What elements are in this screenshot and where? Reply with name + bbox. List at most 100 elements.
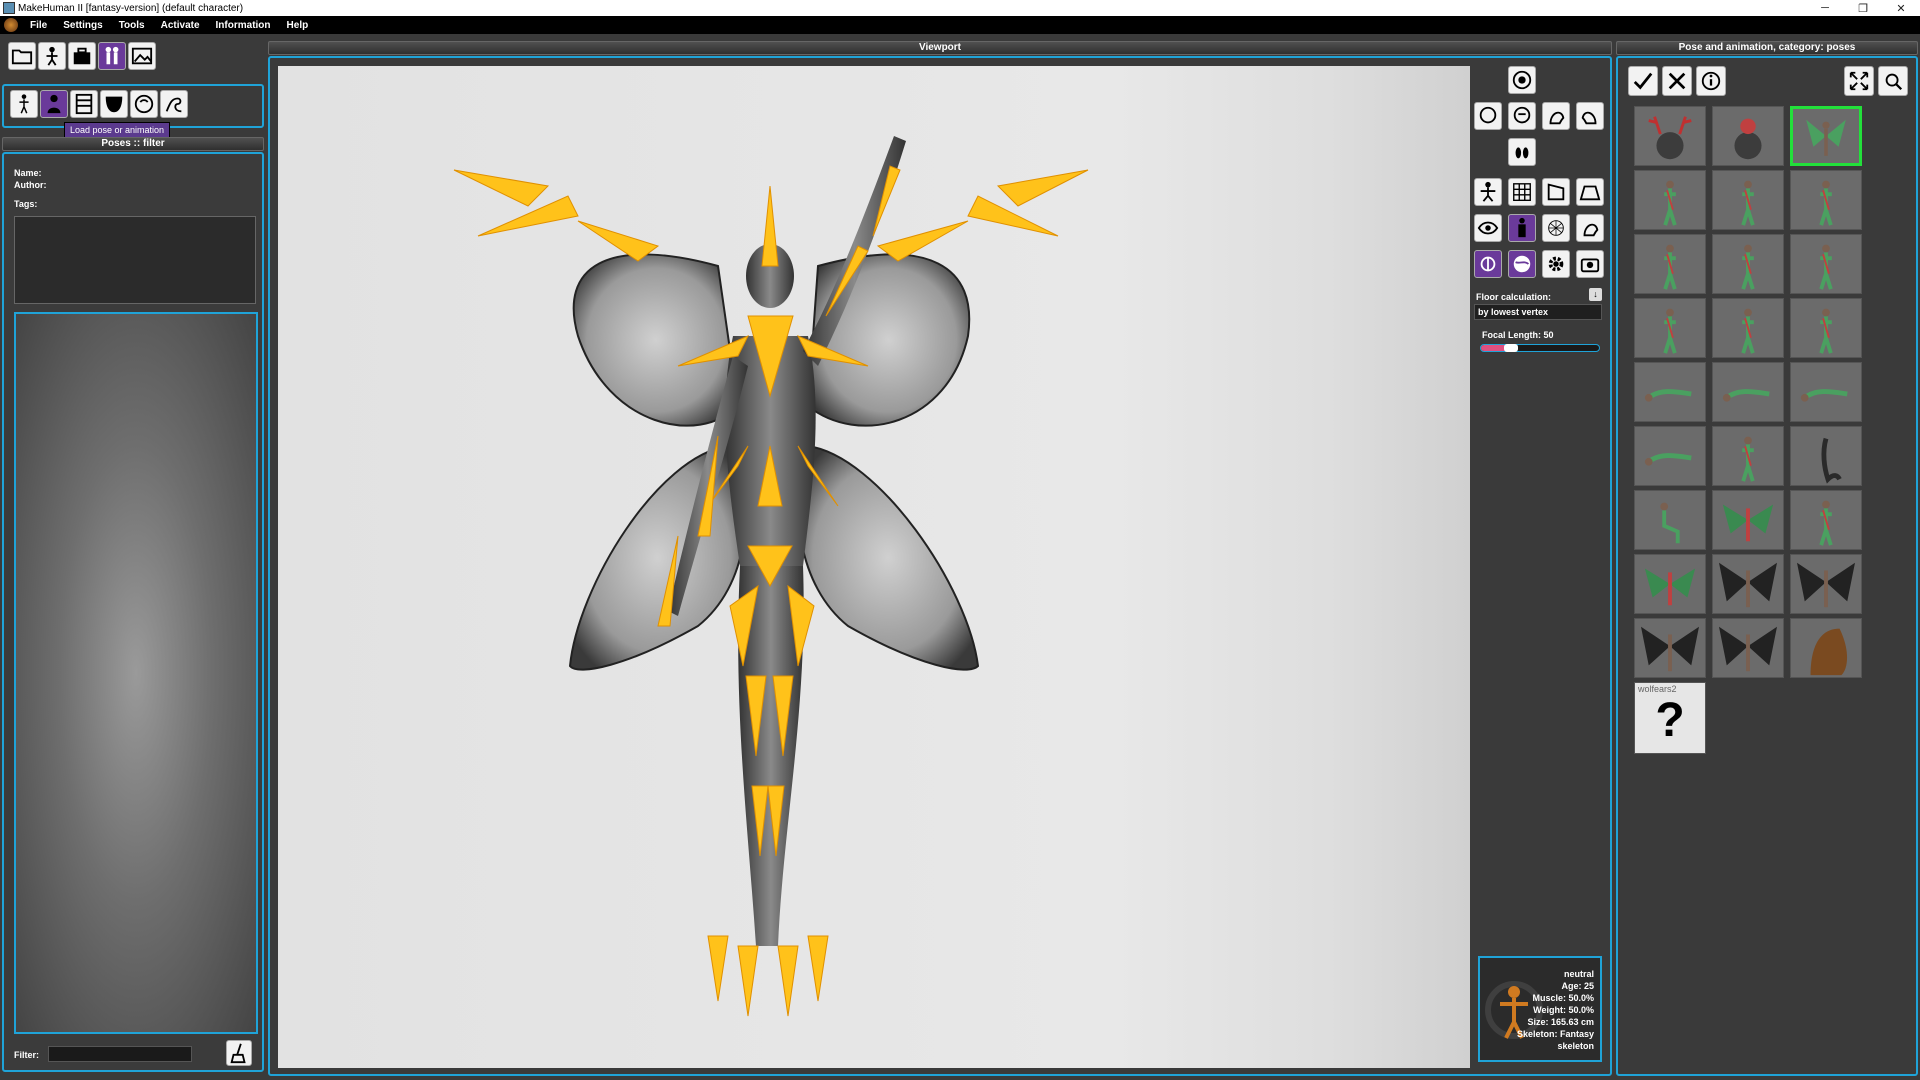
pose-preview-image [1819, 500, 1833, 546]
animation-button[interactable] [70, 90, 98, 118]
pose-figure-toggle[interactable] [1474, 178, 1502, 206]
menu-help[interactable]: Help [279, 20, 317, 31]
files-button[interactable] [8, 42, 36, 70]
bottom-view-button[interactable] [1508, 138, 1536, 166]
pose-preview-image [1806, 119, 1846, 156]
info-age: Age: 25 [1561, 981, 1594, 991]
pose-thumb-flower[interactable] [1712, 106, 1784, 166]
pose-thumb-tail[interactable] [1790, 426, 1862, 486]
floor-grid-toggle[interactable] [1576, 178, 1604, 206]
pose-thumb-stand[interactable] [1634, 170, 1706, 230]
expression-button[interactable] [100, 90, 128, 118]
left-view-button[interactable] [1542, 102, 1570, 130]
search-button[interactable] [1878, 66, 1908, 96]
remove-button[interactable] [1662, 66, 1692, 96]
pose-thumb-stand[interactable] [1712, 426, 1784, 486]
grid-toggle[interactable] [1508, 178, 1536, 206]
pose-thumb-stand[interactable] [1790, 234, 1862, 294]
pose-thumb-wolfears2[interactable]: wolfears2 ? [1634, 682, 1706, 754]
pose-thumb-lying[interactable] [1634, 362, 1706, 422]
equipment-button[interactable] [68, 42, 96, 70]
right-view-button[interactable] [1576, 102, 1604, 130]
menu-settings[interactable]: Settings [55, 20, 110, 31]
pose-preview-image [1741, 436, 1755, 482]
filter-input[interactable] [48, 1046, 192, 1062]
lighting-toggle[interactable] [1474, 250, 1502, 278]
smooth-button[interactable] [1508, 66, 1536, 94]
pose-thumb-wings[interactable] [1634, 554, 1706, 614]
pose-thumb-stand[interactable] [1790, 298, 1862, 358]
folder-icon [11, 49, 33, 65]
floor-info-icon[interactable]: ↓ [1589, 288, 1602, 301]
face-detail-button[interactable] [130, 90, 158, 118]
pose-preview-image [1663, 244, 1677, 290]
gear-icon [1548, 256, 1564, 272]
menu-information[interactable]: Information [208, 20, 279, 31]
pose-thumb-stand[interactable] [1712, 234, 1784, 294]
head-right-icon [1581, 111, 1597, 125]
pose-preview-image [1722, 504, 1774, 542]
render-button[interactable] [128, 42, 156, 70]
question-mark-icon: ? [1655, 694, 1685, 747]
skeleton-visibility-toggle[interactable] [1508, 214, 1536, 242]
tags-box[interactable] [14, 216, 256, 304]
tags-list-area[interactable] [14, 312, 258, 1034]
pose-thumb-stand[interactable] [1712, 298, 1784, 358]
skeleton-figure-icon [1518, 217, 1526, 238]
pose-thumb-darkwings[interactable] [1790, 554, 1862, 614]
screenshot-button[interactable] [1576, 250, 1604, 278]
pose-thumb-sit[interactable] [1634, 490, 1706, 550]
pose-thumb-antlers[interactable] [1634, 106, 1706, 166]
pose-thumb-darkwings[interactable] [1712, 618, 1784, 678]
load-pose-button[interactable] [40, 90, 68, 118]
modify-button[interactable] [38, 42, 66, 70]
author-label: Author: [14, 180, 47, 190]
fullscreen-button[interactable] [1844, 66, 1874, 96]
pose-thumb-fairy[interactable] [1790, 106, 1862, 166]
front-view-button[interactable] [1474, 102, 1502, 130]
close-button[interactable]: ✕ [1882, 2, 1920, 15]
pose-thumb-lying[interactable] [1634, 426, 1706, 486]
pose-button[interactable] [98, 42, 126, 70]
pose-thumb-lying[interactable] [1712, 362, 1784, 422]
head-left-icon [1549, 111, 1565, 125]
wireframe-toggle[interactable] [1542, 214, 1570, 242]
menu-file[interactable]: File [22, 20, 55, 31]
pose-thumb-stand[interactable] [1790, 170, 1862, 230]
floor-grid-icon [1579, 185, 1601, 201]
focal-length-handle[interactable] [1503, 344, 1518, 352]
mesh-toggle[interactable] [1576, 214, 1604, 242]
skeleton-button[interactable] [10, 90, 38, 118]
side-grid-toggle[interactable] [1542, 178, 1570, 206]
pose-thumb-fur[interactable] [1790, 618, 1862, 678]
visibility-toggle[interactable] [1474, 214, 1502, 242]
pose-thumb-stand[interactable] [1634, 234, 1706, 294]
viewport-panel: Floor calculation: ↓ by lowest vertex Fo… [268, 56, 1612, 1076]
info-button[interactable] [1696, 66, 1726, 96]
pose-thumb-darkwings[interactable] [1712, 554, 1784, 614]
pose-thumb-wings[interactable] [1712, 490, 1784, 550]
menu-activate[interactable]: Activate [153, 20, 208, 31]
menu-tools[interactable]: Tools [111, 20, 153, 31]
back-view-button[interactable] [1508, 102, 1536, 130]
minimize-button[interactable]: ─ [1806, 2, 1844, 14]
pose-thumb-stand[interactable] [1790, 490, 1862, 550]
3d-canvas[interactable] [278, 66, 1470, 1068]
focal-length-slider[interactable] [1480, 344, 1600, 352]
skybox-toggle[interactable] [1508, 250, 1536, 278]
expand-icon [1849, 71, 1869, 91]
pose-preview-image [1644, 453, 1692, 466]
check-icon [1633, 72, 1653, 90]
accept-button[interactable] [1628, 66, 1658, 96]
floor-calculation-select[interactable]: by lowest vertex [1474, 304, 1602, 320]
upper-left-wing [572, 253, 740, 427]
pose-thumb-lying[interactable] [1790, 362, 1862, 422]
pose-thumb-stand[interactable] [1712, 170, 1784, 230]
settings-button[interactable] [1542, 250, 1570, 278]
pose-preview-image [1797, 562, 1855, 608]
pose-thumb-stand[interactable] [1634, 298, 1706, 358]
muscle-button[interactable] [160, 90, 188, 118]
pose-thumb-darkwings[interactable] [1634, 618, 1706, 678]
clear-filter-button[interactable] [226, 1040, 252, 1066]
restore-button[interactable]: ❐ [1844, 2, 1882, 15]
